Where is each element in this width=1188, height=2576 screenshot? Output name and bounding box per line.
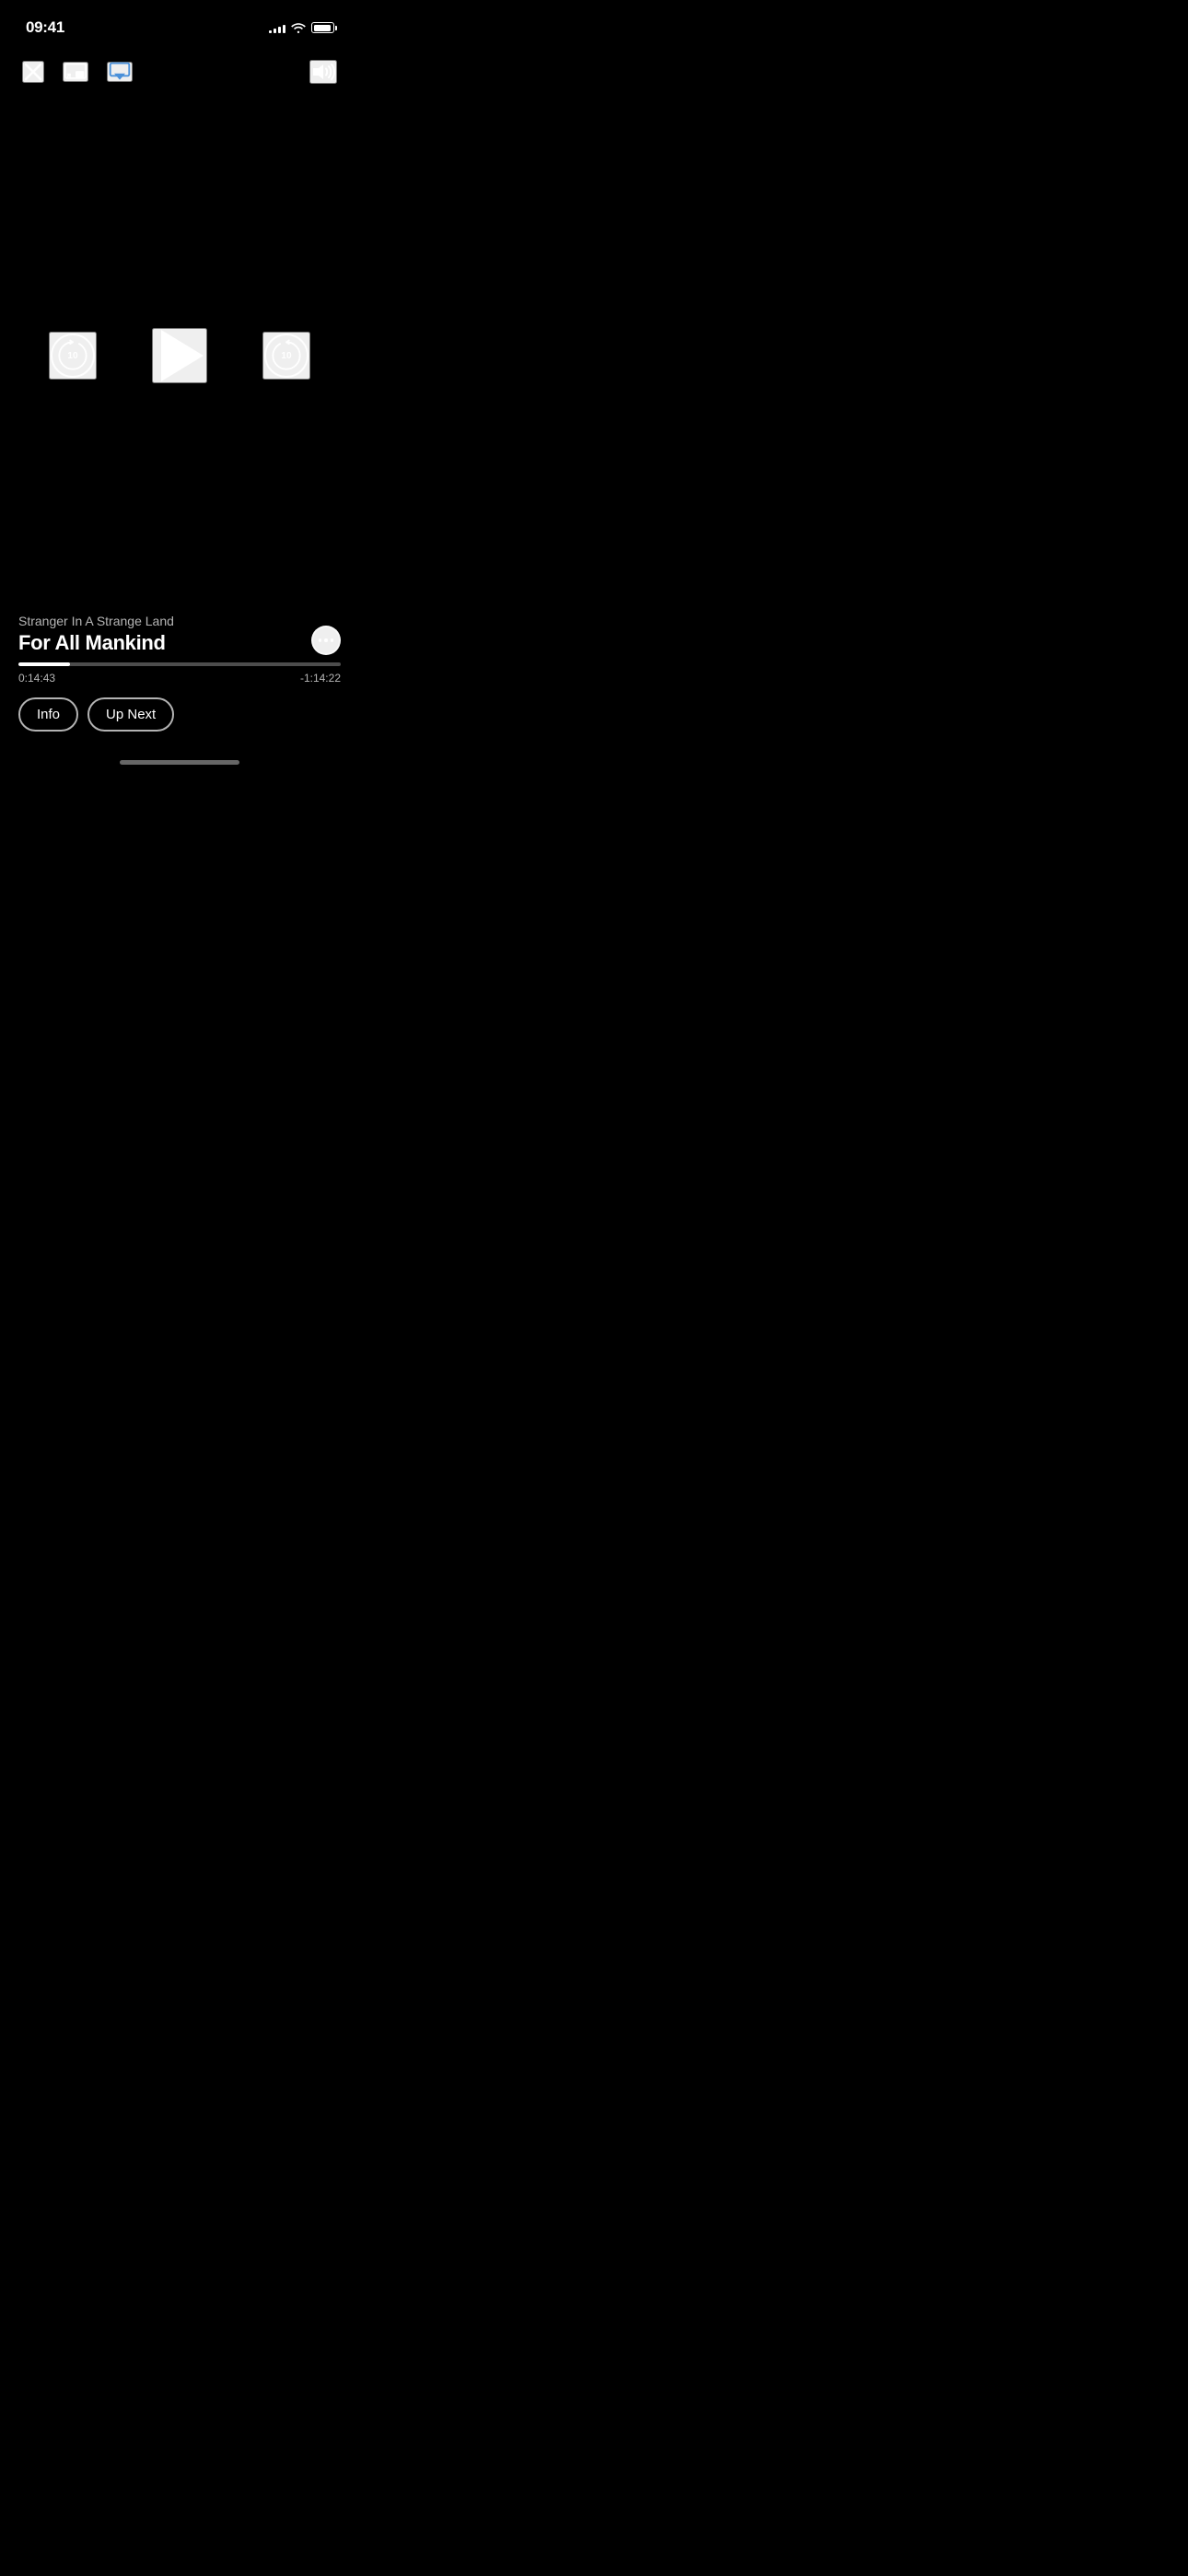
battery-icon (311, 22, 337, 33)
time-labels: 0:14:43 -1:14:22 (18, 672, 341, 685)
dot-1 (319, 638, 322, 642)
forward-circle-icon: 10 (264, 334, 309, 378)
home-indicator (0, 746, 359, 778)
progress-track[interactable] (18, 662, 341, 666)
status-time: 09:41 (26, 18, 64, 37)
play-button[interactable] (152, 328, 207, 383)
airplay-button[interactable] (107, 62, 133, 82)
pip-button[interactable] (63, 62, 88, 82)
progress-fill (18, 662, 70, 666)
more-dots-icon (319, 638, 334, 642)
signal-bar-2 (274, 29, 276, 33)
volume-button[interactable] (309, 60, 337, 84)
volume-icon (311, 62, 335, 82)
airplay-icon (109, 61, 131, 83)
progress-container[interactable] (18, 662, 341, 666)
play-icon (161, 330, 204, 381)
status-bar: 09:41 (0, 0, 359, 46)
rewind-button[interactable]: 10 (49, 332, 97, 380)
episode-subtitle: Stranger In A Strange Land (18, 614, 300, 628)
status-icons (269, 22, 337, 33)
episode-text: Stranger In A Strange Land For All Manki… (18, 614, 300, 655)
close-icon (24, 63, 42, 81)
svg-text:10: 10 (281, 351, 292, 361)
episode-info: Stranger In A Strange Land For All Manki… (18, 614, 341, 655)
dot-2 (324, 638, 328, 642)
pip-icon (64, 62, 87, 82)
top-left-controls (22, 61, 133, 83)
signal-bar-3 (278, 27, 281, 33)
signal-bars-icon (269, 22, 285, 33)
rewind-arrow-icon: 10 (52, 334, 93, 378)
bottom-buttons: Info Up Next (18, 697, 341, 732)
rewind-circle-icon: 10 (51, 334, 95, 378)
bottom-info: Stranger In A Strange Land For All Manki… (0, 614, 359, 746)
wifi-icon (291, 22, 306, 33)
signal-bar-4 (283, 25, 285, 33)
playback-controls: 10 10 (49, 328, 310, 383)
forward-button[interactable]: 10 (262, 332, 310, 380)
remaining-time: -1:14:22 (300, 672, 341, 685)
top-controls (0, 46, 359, 98)
current-time: 0:14:43 (18, 672, 55, 685)
video-area[interactable]: 10 10 (0, 98, 359, 614)
forward-arrow-icon: 10 (266, 334, 307, 378)
signal-bar-1 (269, 30, 272, 33)
video-player-screen: 09:41 (0, 0, 359, 778)
close-button[interactable] (22, 61, 44, 83)
svg-text:10: 10 (67, 351, 78, 361)
home-bar (120, 760, 239, 765)
dot-3 (331, 638, 334, 642)
more-button[interactable] (311, 626, 341, 655)
up-next-button[interactable]: Up Next (87, 697, 174, 732)
info-button[interactable]: Info (18, 697, 78, 732)
episode-title: For All Mankind (18, 631, 300, 655)
